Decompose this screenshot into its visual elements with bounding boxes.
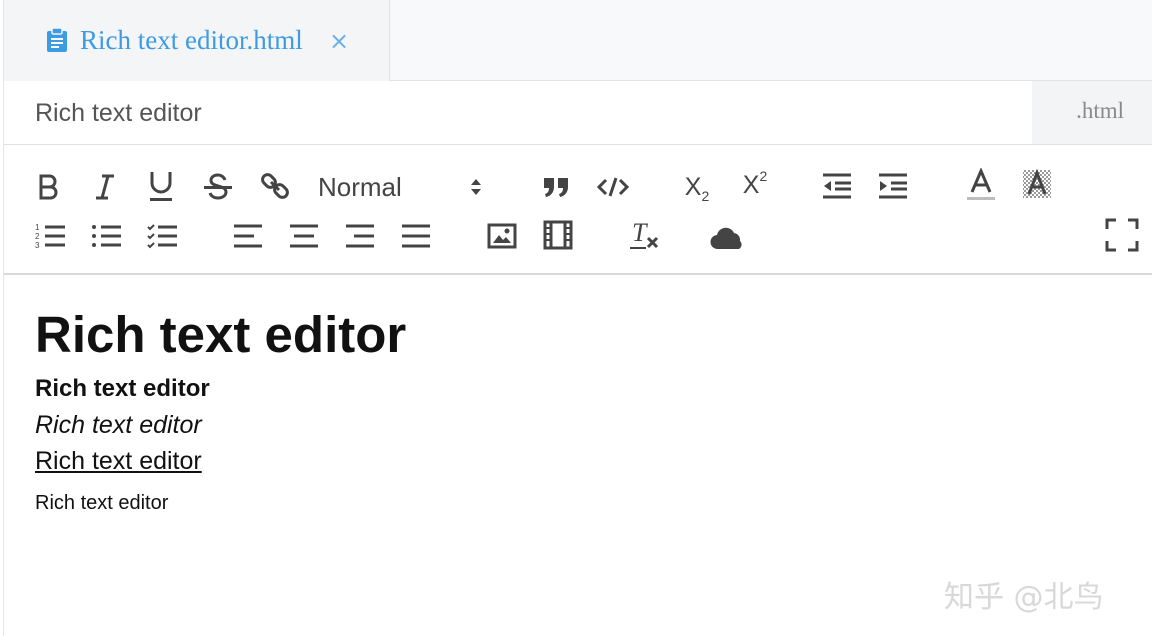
formatting-toolbar: Normal X2 X2 1 2 3 T xyxy=(4,145,1152,275)
align-right-icon xyxy=(346,224,374,248)
cloud-button[interactable] xyxy=(708,223,748,253)
fullscreen-button[interactable] xyxy=(1104,217,1140,253)
extension-badge: .html xyxy=(1032,81,1152,144)
cloud-icon xyxy=(710,227,742,250)
strike-icon xyxy=(204,173,232,200)
svg-text:1: 1 xyxy=(35,223,40,232)
select-arrows-icon xyxy=(468,176,484,203)
quote-icon xyxy=(544,178,568,197)
clear-format-button[interactable]: T xyxy=(626,217,664,251)
background-color-icon xyxy=(1023,168,1051,198)
align-justify-button[interactable] xyxy=(400,221,432,251)
bullet-list-button[interactable] xyxy=(90,221,124,251)
align-center-icon xyxy=(290,224,318,248)
fullscreen-icon xyxy=(1105,218,1139,252)
align-left-icon xyxy=(234,224,262,248)
svg-text:3: 3 xyxy=(35,241,40,250)
align-center-button[interactable] xyxy=(288,221,320,251)
ordered-list-button[interactable]: 123 xyxy=(34,221,68,251)
file-name-row: .html xyxy=(4,81,1152,145)
content-underline-line: Rich text editor xyxy=(35,447,202,475)
content-bold-line: Rich text editor xyxy=(35,375,210,402)
file-name-input[interactable] xyxy=(35,97,935,129)
tab-label: Rich text editor.html xyxy=(80,25,303,55)
bold-icon xyxy=(39,174,58,200)
strike-button[interactable] xyxy=(202,171,234,203)
ordered-list-icon: 123 xyxy=(35,223,65,250)
indent-increase-icon xyxy=(879,173,907,199)
video-icon xyxy=(543,220,573,250)
align-justify-icon xyxy=(402,224,430,248)
tab-bar: Rich text editor.html × xyxy=(4,0,1152,81)
subscript-icon: X2 xyxy=(684,172,710,204)
outdent-button[interactable] xyxy=(820,171,854,201)
content-italic-line: Rich text editor xyxy=(35,411,202,439)
blockquote-button[interactable] xyxy=(540,173,572,201)
clear-format-icon: T xyxy=(628,218,662,250)
image-button[interactable] xyxy=(486,221,518,251)
align-right-button[interactable] xyxy=(344,221,376,251)
indent-button[interactable] xyxy=(876,171,910,201)
subscript-button[interactable]: X2 xyxy=(676,169,718,205)
tab-rich-text-editor[interactable]: Rich text editor.html × xyxy=(4,0,390,81)
link-button[interactable] xyxy=(258,169,292,203)
bold-button[interactable] xyxy=(34,171,64,203)
underline-icon xyxy=(150,172,172,201)
code-button[interactable] xyxy=(596,173,630,201)
format-select-value: Normal xyxy=(318,172,402,202)
content-heading: Rich text editor xyxy=(35,306,407,363)
clipboard-icon xyxy=(46,27,68,53)
code-icon xyxy=(597,177,629,197)
link-icon xyxy=(261,173,289,199)
video-button[interactable] xyxy=(542,219,574,251)
font-color-button[interactable] xyxy=(964,167,998,203)
italic-icon xyxy=(96,174,114,200)
format-select[interactable]: Normal xyxy=(318,171,498,203)
editor-window: Rich text editor.html × .html Normal xyxy=(3,0,1152,636)
superscript-button[interactable]: X2 xyxy=(734,167,776,203)
align-left-button[interactable] xyxy=(232,221,264,251)
bullet-list-icon xyxy=(92,225,121,247)
check-list-icon xyxy=(147,224,177,249)
watermark: 知乎 @北鸟 xyxy=(944,580,1104,615)
italic-button[interactable] xyxy=(90,171,120,203)
image-icon xyxy=(487,223,517,249)
editor-content[interactable]: Rich text editor Rich text editor Rich t… xyxy=(4,275,1152,636)
font-color-icon xyxy=(967,168,995,200)
svg-text:2: 2 xyxy=(35,232,40,241)
close-icon[interactable]: × xyxy=(328,26,350,56)
check-list-button[interactable] xyxy=(146,221,180,251)
underline-button[interactable] xyxy=(146,169,176,203)
content-plain-line: Rich text editor xyxy=(35,492,169,514)
indent-decrease-icon xyxy=(823,173,851,199)
background-color-button[interactable] xyxy=(1020,167,1054,201)
superscript-icon: X2 xyxy=(742,167,768,199)
